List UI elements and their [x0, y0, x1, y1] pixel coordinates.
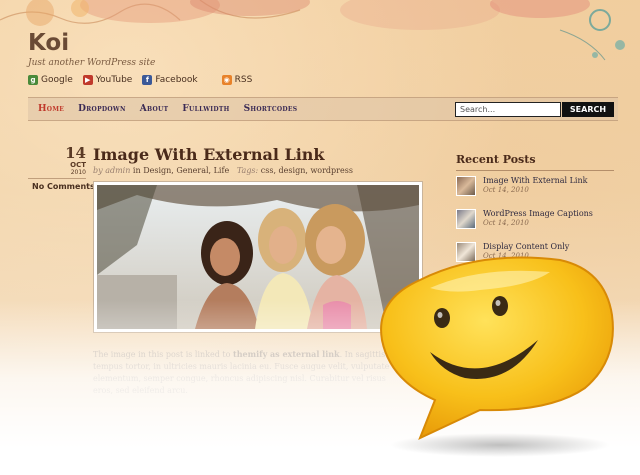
facebook-icon: f [142, 75, 153, 85]
excerpt-start: The image in this post is linked to [93, 350, 231, 359]
post-date-month: OCT [70, 161, 86, 169]
recent-post-link[interactable]: WordPress Image Captions [483, 209, 593, 218]
post-title[interactable]: Image With External Link [93, 145, 325, 164]
nav-item-dropdown[interactable]: Dropdown [78, 104, 126, 114]
recent-post-date: Oct 14, 2010 [483, 186, 529, 194]
social-link-rss[interactable]: ◉ RSS [221, 75, 253, 85]
meta-by: by [93, 166, 103, 175]
post-thumbnail[interactable] [456, 209, 476, 229]
comments-link[interactable]: No Comments [32, 182, 95, 191]
search-button[interactable]: SEARCH [562, 102, 614, 117]
nav-item-shortcodes[interactable]: Shortcodes [244, 104, 298, 114]
social-label: RSS [234, 75, 253, 85]
post-meta: by admin in Design, General, Life Tags: … [93, 166, 353, 175]
search-input[interactable]: Search... [455, 102, 561, 117]
site-tagline: Just another WordPress site [28, 58, 156, 68]
social-link-facebook[interactable]: f Facebook [142, 75, 198, 85]
excerpt-link[interactable]: themify as external link [233, 349, 340, 359]
social-label: Google [41, 75, 73, 85]
recent-post-date: Oct 14, 2010 [483, 219, 529, 227]
social-link-youtube[interactable]: ▶ YouTube [82, 75, 133, 85]
social-label: YouTube [95, 75, 133, 85]
post-date-day: 14 [65, 144, 86, 162]
google-icon: g [28, 75, 38, 85]
tags-label: Tags: [236, 166, 259, 175]
post-thumbnail[interactable] [456, 176, 476, 196]
nav-item-home[interactable]: Home [38, 104, 64, 114]
post-author[interactable]: admin [105, 166, 130, 175]
social-link-google[interactable]: g Google [28, 75, 73, 85]
post-date: 14 OCT 2010 [60, 144, 86, 177]
list-item[interactable]: WordPress Image Captions Oct 14, 2010 [456, 209, 614, 242]
social-label: Facebook [155, 75, 198, 85]
list-item[interactable]: Image With External Link Oct 14, 2010 [456, 176, 614, 209]
post-date-year: 2010 [70, 169, 86, 176]
rss-icon: ◉ [221, 75, 232, 85]
social-links: g Google ▶ YouTube f Facebook ◉ RSS [28, 75, 252, 85]
recent-posts-title: Recent Posts [456, 153, 614, 171]
meta-in: in [132, 166, 141, 175]
youtube-icon: ▶ [82, 75, 93, 85]
post-categories[interactable]: Design, General, Life [143, 166, 229, 175]
post-tags[interactable]: css, design, wordpress [261, 166, 353, 175]
post-excerpt: The image in this post is linked to them… [93, 348, 393, 397]
nav-item-fullwidth[interactable]: Fullwidth [182, 104, 229, 114]
recent-post-link[interactable]: Image With External Link [483, 176, 587, 185]
date-divider [28, 178, 86, 179]
nav-item-about[interactable]: About [140, 104, 169, 114]
smiley-speech-bubble-icon [380, 256, 614, 457]
site-title[interactable]: Koi [28, 30, 69, 56]
